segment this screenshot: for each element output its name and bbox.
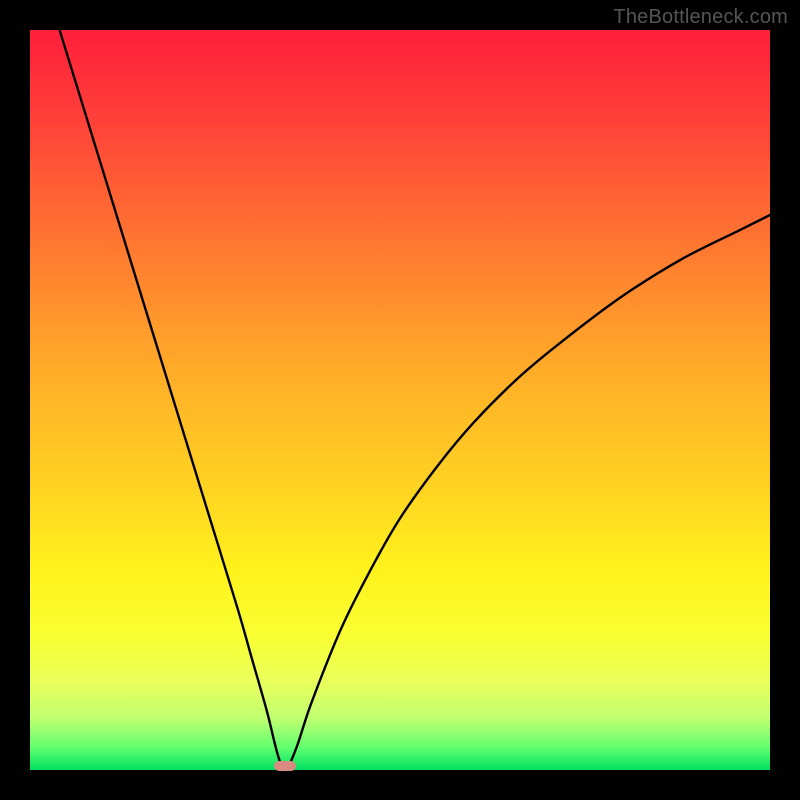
chart-plot-area [30,30,770,770]
optimal-point-marker [274,761,296,771]
watermark-text: TheBottleneck.com [613,6,788,29]
bottleneck-curve [30,30,770,770]
